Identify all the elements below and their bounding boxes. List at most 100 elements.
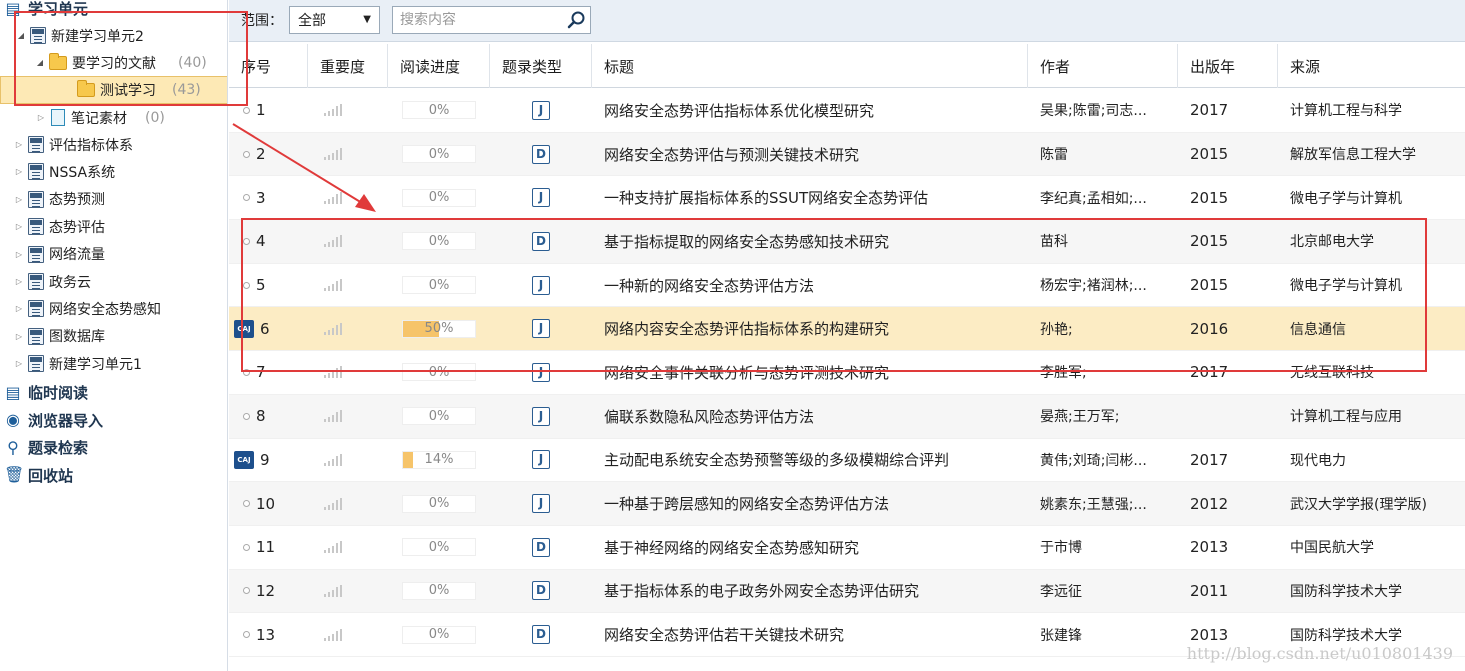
cell-importance[interactable] xyxy=(308,307,388,350)
collapsed-arrow-icon[interactable]: ▷ xyxy=(14,304,24,313)
sidebar-item-unit[interactable]: ▷ 图数据库 xyxy=(0,323,227,350)
sidebar-item-temp-reading[interactable]: ▤ 临时阅读 xyxy=(0,379,227,406)
importance-bars-icon[interactable] xyxy=(324,628,342,641)
table-row[interactable]: 3 0% J 一种支持扩展指标体系的SSUT网络安全态势评估 李纪真;孟相如;... 20… xyxy=(229,176,1465,221)
expanded-arrow-icon[interactable]: ◢ xyxy=(16,31,26,40)
sidebar-item-unit[interactable]: ▷ 态势预测 xyxy=(0,186,227,213)
cell-author: 黄伟;刘琦;闫彬... xyxy=(1040,452,1147,469)
progress-text: 0% xyxy=(428,233,450,249)
cell-importance[interactable] xyxy=(308,264,388,307)
sidebar-item-unit[interactable]: ▷ 网络流量 xyxy=(0,241,227,268)
cell-importance[interactable] xyxy=(308,220,388,263)
cell-importance[interactable] xyxy=(308,89,388,132)
collapsed-arrow-icon[interactable]: ▷ xyxy=(36,113,46,122)
cell-importance[interactable] xyxy=(308,351,388,394)
table-row[interactable]: 2 0% D 网络安全态势评估与预测关键技术研究 陈雷 2015 解放军信息工程大学 xyxy=(229,132,1465,177)
caj-file-icon[interactable]: CAJ xyxy=(234,450,254,469)
cell-title[interactable]: 网络安全态势评估若干关键技术研究 xyxy=(592,613,1028,656)
sidebar-root[interactable]: ▤ 学习单元 xyxy=(0,0,227,22)
cell-importance[interactable] xyxy=(308,613,388,656)
scope-dropdown[interactable]: 全部 ▼ xyxy=(289,6,380,34)
importance-bars-icon[interactable] xyxy=(324,453,342,466)
collapsed-arrow-icon[interactable]: ▷ xyxy=(14,140,24,149)
cell-title[interactable]: 网络安全事件关联分析与态势评测技术研究 xyxy=(592,351,1028,394)
sidebar-item-unit[interactable]: ▷ 网络安全态势感知 xyxy=(0,295,227,322)
sidebar-item-unit2[interactable]: ◢ 新建学习单元2 xyxy=(0,22,227,49)
cell-title[interactable]: 偏联系数隐私风险态势评估方法 xyxy=(592,395,1028,438)
importance-bars-icon[interactable] xyxy=(324,541,342,554)
sidebar-item-folder-sub[interactable]: 测试学习 (43) xyxy=(0,76,227,104)
importance-bars-icon[interactable] xyxy=(324,584,342,597)
importance-bars-icon[interactable] xyxy=(324,366,342,379)
sidebar-item-unit[interactable]: ▷ NSSA系统 xyxy=(0,158,227,185)
table-row[interactable]: 8 0% J 偏联系数隐私风险态势评估方法 晏燕;王万军; 计算机工程与应用 xyxy=(229,394,1465,439)
cell-importance[interactable] xyxy=(308,439,388,482)
importance-bars-icon[interactable] xyxy=(324,148,342,161)
sidebar-item-browser-import[interactable]: ◉ 浏览器导入 xyxy=(0,407,227,434)
sidebar-item-unit[interactable]: ▷ 态势评估 xyxy=(0,213,227,240)
table-row[interactable]: 11 0% D 基于神经网络的网络安全态势感知研究 于市博 2013 中国民航大学 xyxy=(229,526,1465,570)
collapsed-arrow-icon[interactable]: ▷ xyxy=(14,195,24,204)
collapsed-arrow-icon[interactable]: ▷ xyxy=(14,332,24,341)
table-row[interactable]: 12 0% D 基于指标体系的电子政务外网安全态势评估研究 李远征 2011 国防科学技术大… xyxy=(229,569,1465,614)
collapsed-arrow-icon[interactable]: ▷ xyxy=(14,359,24,368)
cell-title[interactable]: 基于指标体系的电子政务外网安全态势评估研究 xyxy=(592,570,1028,613)
collapsed-arrow-icon[interactable]: ▷ xyxy=(14,277,24,286)
cell-author: 于市博 xyxy=(1040,540,1082,557)
importance-bars-icon[interactable] xyxy=(324,191,342,204)
search-input[interactable] xyxy=(393,7,558,33)
table-row[interactable]: 7 0% J 网络安全事件关联分析与态势评测技术研究 李胜军; 2017 无线互联科技 xyxy=(229,351,1465,395)
column-header-source[interactable]: 来源 xyxy=(1278,44,1465,88)
cell-title[interactable]: 网络安全态势评估指标体系优化模型研究 xyxy=(592,89,1028,132)
cell-importance[interactable] xyxy=(308,570,388,613)
table-row[interactable]: 1 0% J 网络安全态势评估指标体系优化模型研究 吴果;陈雷;司志... 2017 计算机… xyxy=(229,89,1465,133)
sidebar-item-recycle-bin[interactable]: 🗑 回收站 xyxy=(0,462,227,489)
importance-bars-icon[interactable] xyxy=(324,497,342,510)
cell-title[interactable]: 一种基于跨层感知的网络安全态势评估方法 xyxy=(592,482,1028,525)
importance-bars-icon[interactable] xyxy=(324,104,342,117)
column-header-type[interactable]: 题录类型 xyxy=(490,44,592,88)
cell-importance[interactable] xyxy=(308,482,388,525)
table-row[interactable]: CAJ 9 14% J 主动配电系统安全态势预警等级的多级模糊综合评判 黄伟;刘琦;闫彬.… xyxy=(229,439,1465,483)
cell-importance[interactable] xyxy=(308,133,388,176)
collapsed-arrow-icon[interactable]: ▷ xyxy=(14,222,24,231)
cell-importance[interactable] xyxy=(308,526,388,569)
cell-title[interactable]: 网络内容安全态势评估指标体系的构建研究 xyxy=(592,307,1028,350)
table-row[interactable]: CAJ 6 50% J 网络内容安全态势评估指标体系的构建研究 孙艳; 2016 信息通信 xyxy=(229,307,1465,352)
cell-seq: 4 xyxy=(229,220,308,263)
cell-title[interactable]: 一种支持扩展指标体系的SSUT网络安全态势评估 xyxy=(592,176,1028,219)
progress-text: 0% xyxy=(428,190,450,206)
sidebar-item-record-search[interactable]: ⚲ 题录检索 xyxy=(0,434,227,461)
cell-title[interactable]: 网络安全态势评估与预测关键技术研究 xyxy=(592,133,1028,176)
column-header-year[interactable]: 出版年 xyxy=(1178,44,1278,88)
importance-bars-icon[interactable] xyxy=(324,235,342,248)
table-row[interactable]: 5 0% J 一种新的网络安全态势评估方法 杨宏宇;褚润林;... 2015 微电子学与计算… xyxy=(229,264,1465,308)
sidebar-item-unit[interactable]: ▷ 评估指标体系 xyxy=(0,131,227,158)
sidebar-item-notes[interactable]: ▷ 笔记素材 (0) xyxy=(0,104,227,131)
cell-title[interactable]: 一种新的网络安全态势评估方法 xyxy=(592,264,1028,307)
importance-bars-icon[interactable] xyxy=(324,322,342,335)
search-icon[interactable] xyxy=(566,10,586,30)
expanded-arrow-icon[interactable]: ◢ xyxy=(35,58,45,67)
column-header-importance[interactable]: 重要度 xyxy=(308,44,388,88)
importance-bars-icon[interactable] xyxy=(324,410,342,423)
collapsed-arrow-icon[interactable]: ▷ xyxy=(14,167,24,176)
column-header-progress[interactable]: 阅读进度 xyxy=(388,44,490,88)
cell-importance[interactable] xyxy=(308,176,388,219)
table-row[interactable]: 4 0% D 基于指标提取的网络安全态势感知技术研究 苗科 2015 北京邮电大学 xyxy=(229,220,1465,264)
cell-title[interactable]: 基于神经网络的网络安全态势感知研究 xyxy=(592,526,1028,569)
sidebar-item-folder-main[interactable]: ◢ 要学习的文献 (40) xyxy=(0,49,227,76)
cell-title[interactable]: 基于指标提取的网络安全态势感知技术研究 xyxy=(592,220,1028,263)
collapsed-arrow-icon[interactable]: ▷ xyxy=(14,250,24,259)
sidebar-item-unit[interactable]: ▷ 新建学习单元1 xyxy=(0,350,227,377)
column-header-seq[interactable]: 序号 xyxy=(229,44,308,88)
caj-file-icon[interactable]: CAJ xyxy=(234,319,254,338)
importance-bars-icon[interactable] xyxy=(324,279,342,292)
cell-importance[interactable] xyxy=(308,395,388,438)
column-header-author[interactable]: 作者 xyxy=(1028,44,1178,88)
search-box[interactable] xyxy=(392,6,591,34)
sidebar-item-unit[interactable]: ▷ 政务云 xyxy=(0,268,227,295)
table-row[interactable]: 10 0% J 一种基于跨层感知的网络安全态势评估方法 姚素东;王慧强;... 2012 武… xyxy=(229,482,1465,526)
cell-title[interactable]: 主动配电系统安全态势预警等级的多级模糊综合评判 xyxy=(592,439,1028,482)
column-header-title[interactable]: 标题 xyxy=(592,44,1028,88)
